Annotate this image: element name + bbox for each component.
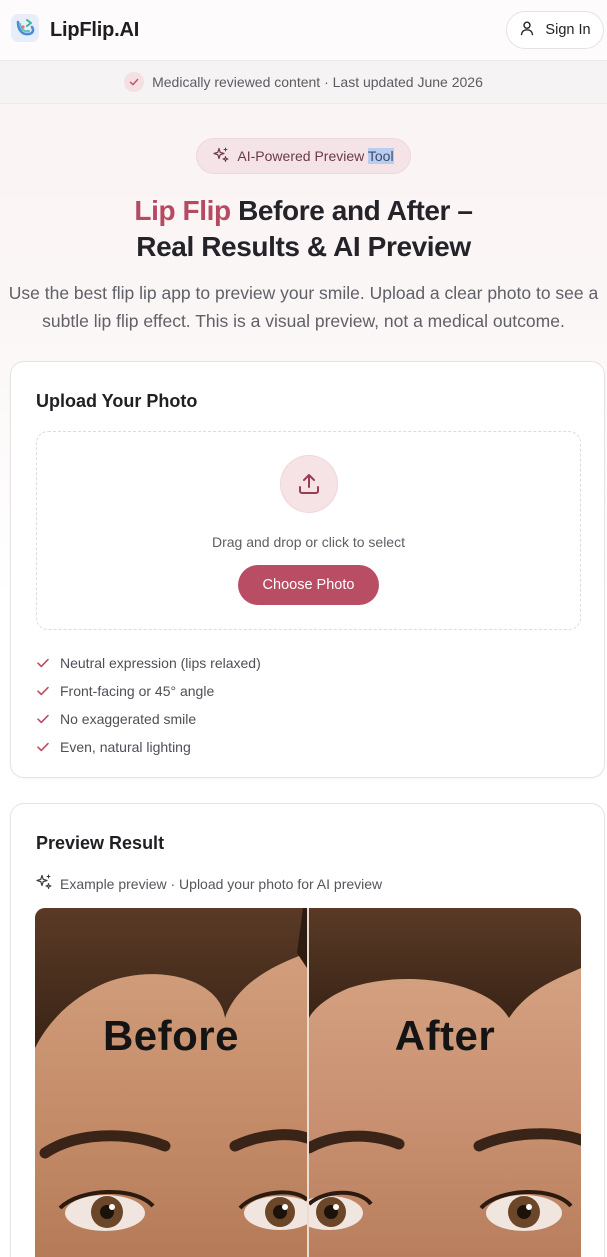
- before-photo: Before: [35, 908, 307, 1257]
- logo-icon: [10, 13, 40, 48]
- tip-text: Neutral expression (lips relaxed): [60, 655, 261, 671]
- brand-name: LipFlip.AI: [50, 18, 140, 41]
- badge-text-prefix: AI-Powered Preview: [237, 148, 368, 164]
- tip-item: Even, natural lighting: [36, 733, 261, 761]
- choose-photo-button[interactable]: Choose Photo: [238, 565, 379, 605]
- brand[interactable]: LipFlip.AI: [10, 13, 139, 48]
- sign-in-button[interactable]: Sign In: [506, 11, 604, 49]
- hero-description: Use the best flip lip app to preview you…: [8, 283, 599, 331]
- before-after-image[interactable]: Before After: [35, 908, 581, 1257]
- dropzone-text: Drag and drop or click to select: [212, 534, 405, 550]
- tip-text: No exaggerated smile: [60, 711, 197, 727]
- tip-item: Neutral expression (lips relaxed): [36, 649, 261, 677]
- check-icon: [37, 742, 49, 752]
- ai-tool-badge: AI-Powered Preview Tool: [196, 138, 411, 174]
- sparkles-icon: [36, 874, 52, 893]
- check-icon: [124, 72, 145, 92]
- badge-text-selected: Tool: [367, 148, 394, 164]
- badge-text: AI-Powered Preview Tool: [237, 148, 394, 164]
- title-accent: Lip Flip: [134, 195, 231, 226]
- preview-card: Preview Result Example preview · Upload …: [10, 803, 605, 1257]
- check-icon: [37, 714, 49, 724]
- tip-text: Front-facing or 45° angle: [60, 683, 215, 699]
- user-icon: [519, 20, 535, 40]
- preview-subtitle: Example preview · Upload your photo for …: [60, 875, 383, 892]
- before-label: Before: [102, 1012, 240, 1059]
- title-line1-rest: Before and After –: [230, 195, 473, 226]
- comparison-divider[interactable]: [307, 908, 309, 1257]
- after-photo: After: [309, 908, 581, 1257]
- face-photo-after: [309, 908, 581, 1257]
- hero-section: AI-Powered Preview Tool Lip Flip Before …: [0, 104, 607, 335]
- face-photo-before: [35, 908, 307, 1257]
- check-icon: [37, 686, 49, 696]
- upload-icon: [298, 474, 319, 494]
- upload-icon-circle: [280, 456, 337, 512]
- preview-subtitle-row: Example preview · Upload your photo for …: [36, 874, 382, 893]
- title-line2: Real Results & AI Preview: [136, 231, 471, 262]
- page-title: Lip Flip Before and After – Real Results…: [0, 193, 607, 265]
- check-icon: [37, 658, 49, 668]
- sparkles-icon: [213, 147, 229, 166]
- upload-card: Upload Your Photo Drag and drop or click…: [10, 361, 605, 778]
- after-label: After: [394, 1012, 496, 1059]
- site-header: LipFlip.AI Sign In: [0, 0, 607, 60]
- tip-text: Even, natural lighting: [60, 739, 191, 755]
- tip-item: No exaggerated smile: [36, 705, 261, 733]
- upload-title: Upload Your Photo: [36, 391, 198, 411]
- sign-in-label: Sign In: [545, 22, 591, 38]
- notice-text: Medically reviewed content · Last update…: [152, 74, 483, 90]
- photo-tips-list: Neutral expression (lips relaxed) Front-…: [36, 649, 261, 761]
- preview-title: Preview Result: [36, 833, 165, 853]
- photo-dropzone[interactable]: Drag and drop or click to select Choose …: [36, 431, 581, 630]
- review-notice-bar: Medically reviewed content · Last update…: [0, 60, 607, 104]
- tip-item: Front-facing or 45° angle: [36, 677, 261, 705]
